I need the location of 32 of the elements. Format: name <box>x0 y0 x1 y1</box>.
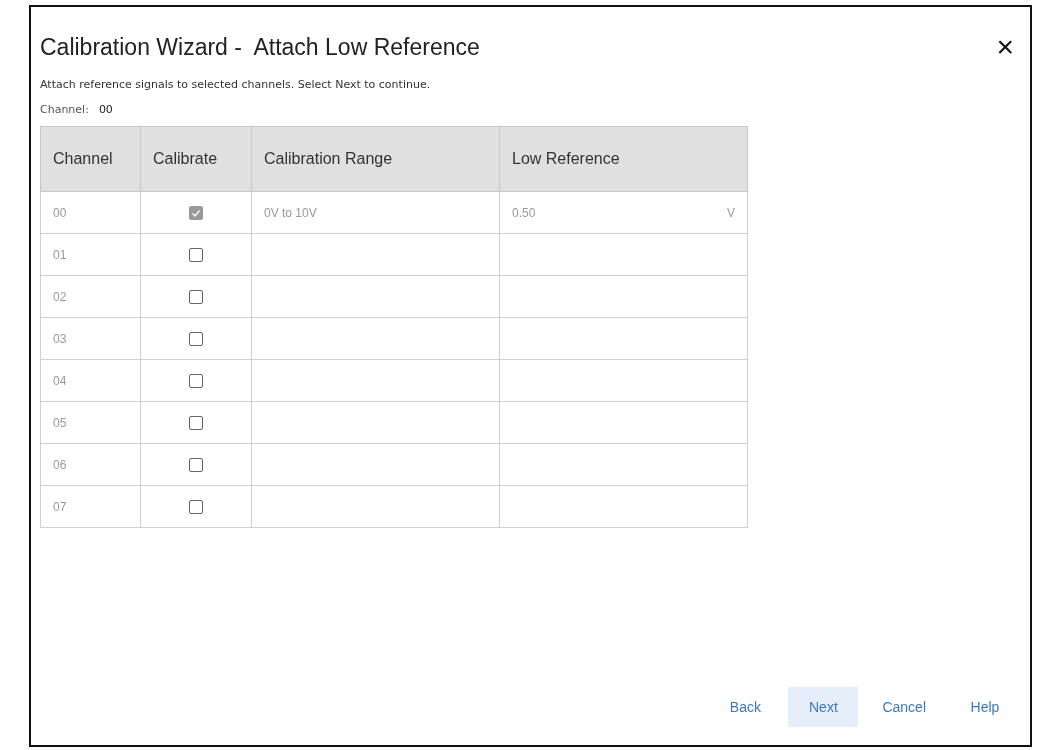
column-header: Low Reference <box>499 126 748 192</box>
column-header: Channel <box>40 126 141 192</box>
channel-cell: 01 <box>40 233 141 276</box>
channel-cell: 05 <box>40 401 141 444</box>
calibrate-checkbox[interactable] <box>189 331 203 346</box>
channel-cell: 06 <box>40 443 141 486</box>
dialog-button[interactable]: Cancel <box>866 687 942 727</box>
channel-cell: 02 <box>40 275 141 318</box>
channel-cell: 04 <box>40 359 141 402</box>
channel-cell: 00 <box>40 191 141 234</box>
column-header: Calibration Range <box>251 126 500 192</box>
dialog-title: Calibration Wizard - Attach Low Reference <box>40 33 480 61</box>
channel-label: Channel: <box>40 103 89 116</box>
unit-label: V <box>727 205 735 220</box>
dialog-button[interactable]: Back <box>710 687 781 727</box>
calibrate-checkbox[interactable] <box>189 457 203 472</box>
calibrate-checkbox[interactable] <box>189 247 203 262</box>
dialog-button[interactable]: Help <box>950 687 1020 727</box>
close-button[interactable]: × <box>990 32 1020 62</box>
channel-value: 00 <box>98 103 113 116</box>
reference-value: 0.50 <box>512 205 536 220</box>
channel-cell: 03 <box>40 317 141 360</box>
calibrate-checkbox[interactable] <box>189 499 203 514</box>
range-cell: 0V to 10V <box>264 205 317 220</box>
column-header: Calibrate <box>140 126 252 192</box>
calibrate-checkbox[interactable] <box>189 289 203 304</box>
channel-cell: 07 <box>40 485 141 528</box>
calibrate-checkbox[interactable] <box>189 415 203 430</box>
instruction-text: Attach reference signals to selected channels. Select Next to continue. <box>40 78 432 91</box>
dialog-button[interactable]: Next <box>788 687 859 727</box>
calibrate-checkbox[interactable] <box>189 373 203 388</box>
calibrate-checkbox[interactable] <box>189 205 203 220</box>
